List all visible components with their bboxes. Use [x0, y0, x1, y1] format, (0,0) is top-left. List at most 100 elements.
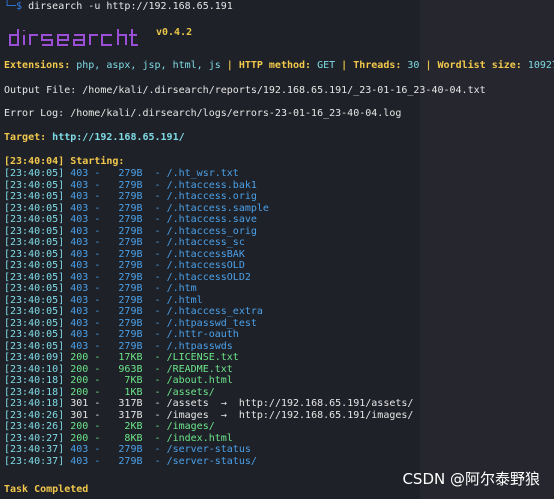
result-entry: 403 - 279B - /.httr-oauth — [64, 329, 239, 340]
result-row: [23:40:18] 301 - 317B - /assets → http:/… — [4, 398, 413, 410]
result-row: [23:40:05] 403 - 279B - /.htaccess.save — [4, 214, 413, 226]
result-entry: 403 - 279B - /.htaccessBAK — [64, 248, 245, 260]
redirect-url: http://192.168.65.191/assets/ — [238, 398, 414, 409]
result-row: [23:40:18] 200 - 7KB - /about.html — [4, 375, 413, 387]
result-entry: 403 - 279B - /.htaccess.orig — [64, 191, 257, 202]
result-entry: 200 - 17KB - /LICENSE.txt — [64, 352, 239, 363]
error-log-line: Error Log: /home/kali/.dirsearch/logs/er… — [4, 108, 402, 119]
extensions-value: php, aspx, jsp, html, js — [76, 60, 221, 71]
result-timestamp: [23:40:05] — [4, 237, 65, 248]
extensions-label: Extensions: — [4, 60, 77, 71]
results-list: [23:40:05] 403 - 279B - /.ht_wsr.txt [23:… — [4, 168, 413, 467]
result-timestamp: [23:40:05] — [4, 340, 65, 352]
result-timestamp: [23:40:27] — [4, 432, 65, 444]
target-url: http://192.168.65.191/ — [52, 132, 185, 143]
result-row: [23:40:05] 403 - 279B - /.ht_wsr.txt — [4, 168, 413, 180]
result-timestamp: [23:40:26] — [4, 409, 65, 421]
result-row: [23:40:05] 403 - 279B - /.html — [4, 295, 413, 307]
output-file-line: Output File: /home/kali/.dirsearch/repor… — [4, 85, 486, 96]
target-label: Target: — [4, 132, 53, 143]
version-label: v0.4.2 — [156, 27, 193, 38]
result-entry: 403 - 279B - /.ht_wsr.txt — [64, 168, 239, 179]
result-timestamp: [23:40:05] — [4, 260, 65, 271]
result-row: [23:40:26] 301 - 317B - /images → http:/… — [4, 410, 413, 422]
result-entry: 200 - 963B - /README.txt — [64, 363, 233, 375]
result-entry: 403 - 279B - /.htaccess.bak1 — [64, 179, 257, 191]
method-value: GET — [317, 60, 336, 71]
result-entry: 301 - 317B - /images — [64, 409, 209, 421]
result-timestamp: [23:40:05] — [4, 214, 65, 225]
result-timestamp: [23:40:05] — [4, 225, 65, 237]
result-row: [23:40:09] 200 - 17KB - /LICENSE.txt — [4, 352, 413, 364]
method-label: HTTP method: — [238, 60, 318, 71]
target-line: Target: http://192.168.65.191/ — [4, 132, 185, 144]
watermark: CSDN @阿尔泰野狼 — [402, 470, 540, 488]
result-row: [23:40:26] 200 - 2KB - /images/ — [4, 421, 413, 433]
result-entry: 301 - 317B - /assets — [64, 398, 209, 409]
result-row: [23:40:05] 403 - 279B - /.htpasswds — [4, 341, 413, 353]
result-entry: 403 - 279B - /.html — [64, 294, 203, 306]
redirect-arrow: → — [208, 409, 239, 421]
result-timestamp: [23:40:05] — [4, 283, 65, 294]
result-timestamp: [23:40:26] — [4, 421, 65, 432]
redirect-arrow: → — [208, 398, 239, 409]
result-timestamp: [23:40:37] — [4, 455, 65, 467]
result-row: [23:40:05] 403 - 279B - /.htaccess.orig — [4, 191, 413, 203]
command-text: dirsearch -u http://192.168.65.191 — [28, 1, 233, 12]
prompt-arrow: └─$ — [4, 1, 23, 12]
result-row: [23:40:18] 200 - 1KB - /assets/ — [4, 387, 413, 399]
result-entry: 200 - 7KB - /about.html — [64, 375, 233, 386]
result-row: [23:40:05] 403 - 279B - /.htaccess.sampl… — [4, 203, 413, 215]
dirsearch-logo — [9, 29, 138, 46]
result-entry: 403 - 279B - /server-status — [64, 444, 251, 455]
result-timestamp: [23:40:05] — [4, 202, 65, 214]
result-entry: 200 - 8KB - /index.html — [64, 432, 233, 444]
starting-line: [23:40:04] Starting: — [4, 156, 125, 167]
result-timestamp: [23:40:05] — [4, 329, 65, 340]
result-entry: 403 - 279B - /.htaccess_orig — [64, 225, 257, 237]
result-row: [23:40:05] 403 - 279B - /.htaccessOLD2 — [4, 272, 413, 284]
result-entry: 200 - 1KB - /assets/ — [64, 386, 215, 398]
result-timestamp: [23:40:18] — [4, 398, 65, 409]
result-row: [23:40:05] 403 - 279B - /.htpasswd_test — [4, 318, 413, 330]
result-row: [23:40:05] 403 - 279B - /.httr-oauth — [4, 329, 413, 341]
result-timestamp: [23:40:05] — [4, 168, 65, 179]
threads-value: 30 — [407, 60, 420, 71]
result-row: [23:40:10] 200 - 963B - /README.txt — [4, 364, 413, 376]
result-timestamp: [23:40:05] — [4, 317, 65, 329]
wordlist-value: 10927 — [527, 60, 554, 71]
result-timestamp: [23:40:10] — [4, 363, 65, 375]
task-completed: Task Completed — [4, 484, 89, 495]
config-line: Extensions: php, aspx, jsp, html, js | H… — [4, 60, 554, 72]
result-entry: 403 - 279B - /.htaccessOLD2 — [64, 271, 251, 283]
result-timestamp: [23:40:05] — [4, 191, 65, 202]
result-row: [23:40:05] 403 - 279B - /.htaccess_extra — [4, 306, 413, 318]
result-entry: 403 - 279B - /.htaccess.sample — [64, 202, 269, 214]
result-timestamp: [23:40:18] — [4, 375, 65, 386]
result-timestamp: [23:40:05] — [4, 294, 65, 306]
separator: | — [335, 60, 354, 71]
result-entry: 403 - 279B - /.htaccessOLD — [64, 260, 245, 271]
result-row: [23:40:05] 403 - 279B - /.htaccessOLD — [4, 260, 413, 272]
result-entry: 403 - 279B - /.htpasswds — [64, 340, 233, 352]
separator: | — [419, 60, 438, 71]
result-entry: 403 - 279B - /.htaccess_sc — [64, 237, 245, 248]
result-timestamp: [23:40:09] — [4, 352, 65, 363]
result-row: [23:40:05] 403 - 279B - /.htaccess_sc — [4, 237, 413, 249]
result-entry: 403 - 279B - /.htaccess.save — [64, 214, 257, 225]
threads-label: Threads: — [353, 60, 408, 71]
result-row: [23:40:37] 403 - 279B - /server-status — [4, 444, 413, 456]
result-row: [23:40:05] 403 - 279B - /.htaccessBAK — [4, 249, 413, 261]
result-row: [23:40:05] 403 - 279B - /.htaccess_orig — [4, 226, 413, 238]
result-timestamp: [23:40:37] — [4, 444, 65, 455]
separator: | — [220, 60, 239, 71]
result-timestamp: [23:40:05] — [4, 271, 65, 283]
result-entry: 403 - 279B - /.htaccess_extra — [64, 306, 263, 317]
background-browser-ghost — [420, 0, 554, 499]
wordlist-label: Wordlist size: — [437, 60, 528, 71]
result-row: [23:40:27] 200 - 8KB - /index.html — [4, 433, 413, 445]
shell-prompt: └─$ dirsearch -u http://192.168.65.191 — [4, 1, 233, 13]
result-entry: 403 - 279B - /.htpasswd_test — [64, 317, 257, 329]
result-timestamp: [23:40:05] — [4, 306, 65, 317]
result-row: [23:40:37] 403 - 279B - /server-status/ — [4, 456, 413, 468]
